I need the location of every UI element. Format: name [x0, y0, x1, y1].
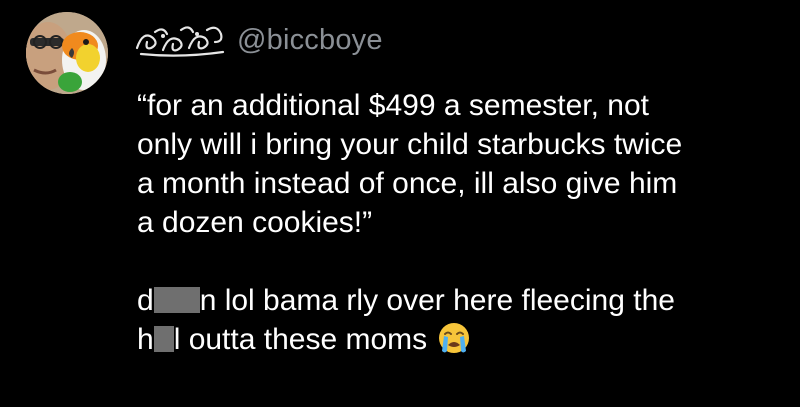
post-header: @biccboye	[133, 22, 383, 58]
avatar-image	[26, 12, 108, 94]
display-name-glyph[interactable]	[133, 22, 229, 58]
avatar[interactable]	[26, 12, 108, 94]
comment-text: d	[137, 284, 154, 317]
post: @biccboye “for an additional $499 a seme…	[0, 0, 800, 407]
loudly-crying-face-icon	[439, 323, 470, 353]
comment-text: n lol bama rly over here fleecing the	[199, 284, 675, 317]
quote-paragraph: “for an additional $499 a semester, not …	[137, 86, 787, 242]
user-handle[interactable]: @biccboye	[237, 24, 383, 57]
quote-line: a dozen cookies!”	[137, 206, 373, 239]
comment-text: l outta these moms	[173, 323, 428, 356]
quote-line: a month instead of once, ill also give h…	[137, 167, 678, 200]
post-body: “for an additional $499 a semester, not …	[137, 86, 787, 359]
comment-text: h	[137, 323, 154, 356]
quote-line: only will i bring your child starbucks t…	[137, 128, 683, 161]
redaction-box	[153, 326, 174, 352]
redaction-box	[153, 287, 200, 313]
quote-line: “for an additional $499 a semester, not	[137, 89, 649, 122]
comment-paragraph: d n lol bama rly over here fleecing the h…	[137, 281, 787, 359]
